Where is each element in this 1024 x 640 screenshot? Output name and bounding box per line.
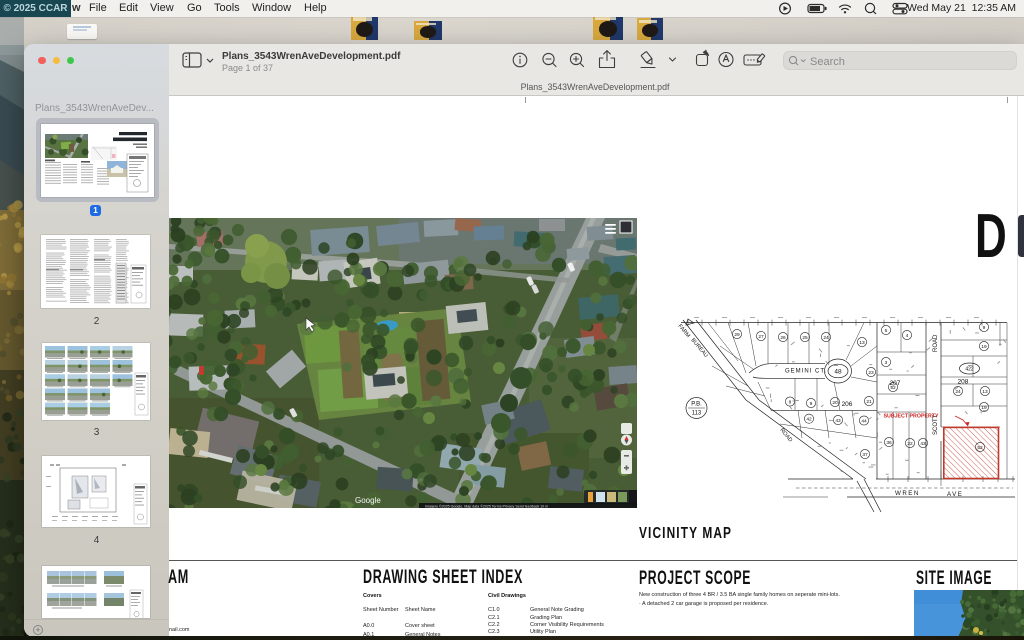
- svg-text:3: 3: [885, 360, 888, 366]
- svg-text:37: 37: [862, 452, 868, 458]
- svg-text:36: 36: [886, 440, 892, 446]
- svg-text:13: 13: [982, 389, 988, 395]
- svg-text:422: 422: [965, 367, 974, 373]
- svg-text:43: 43: [835, 418, 841, 424]
- svg-text:9: 9: [983, 325, 986, 331]
- svg-text:SUBJECT PROPERTY: SUBJECT PROPERTY: [884, 414, 939, 420]
- svg-text:208: 208: [958, 379, 969, 386]
- svg-text:42: 42: [806, 417, 812, 423]
- svg-text:23: 23: [868, 370, 874, 376]
- svg-text:22: 22: [907, 441, 913, 447]
- svg-text:19: 19: [981, 405, 987, 411]
- svg-text:27: 27: [758, 334, 764, 340]
- svg-text:P.B.: P.B.: [691, 402, 702, 408]
- svg-text:ROAD: ROAD: [778, 427, 793, 443]
- svg-text:29: 29: [734, 332, 740, 338]
- svg-text:43: 43: [920, 441, 926, 447]
- svg-text:FARM: FARM: [676, 323, 691, 339]
- svg-text:Google: Google: [355, 496, 381, 505]
- svg-text:20: 20: [832, 400, 838, 406]
- svg-text:5: 5: [885, 328, 888, 334]
- svg-text:113: 113: [692, 411, 702, 417]
- svg-text:WREN: WREN: [895, 490, 920, 497]
- svg-text:44: 44: [861, 418, 867, 424]
- svg-text:206: 206: [842, 401, 853, 408]
- svg-text:26: 26: [780, 335, 786, 341]
- svg-text:24: 24: [955, 389, 961, 395]
- svg-text:AVE: AVE: [947, 491, 963, 498]
- svg-text:ROAD: ROAD: [933, 334, 939, 352]
- svg-text:24: 24: [823, 335, 829, 341]
- svg-text:9: 9: [810, 401, 813, 407]
- svg-text:8: 8: [789, 399, 792, 405]
- svg-text:25: 25: [802, 335, 808, 341]
- svg-text:4: 4: [906, 333, 909, 339]
- svg-text:48: 48: [834, 369, 842, 376]
- svg-text:19: 19: [981, 344, 987, 350]
- svg-text:Imagery ©2025 Google, Map data: Imagery ©2025 Google, Map data ©2025 Ter…: [425, 505, 548, 509]
- svg-text:13: 13: [859, 340, 865, 346]
- svg-text:21: 21: [866, 399, 872, 405]
- svg-text:207: 207: [890, 380, 901, 387]
- svg-text:GEMINI CT.: GEMINI CT.: [785, 369, 827, 375]
- svg-text:52: 52: [977, 445, 983, 451]
